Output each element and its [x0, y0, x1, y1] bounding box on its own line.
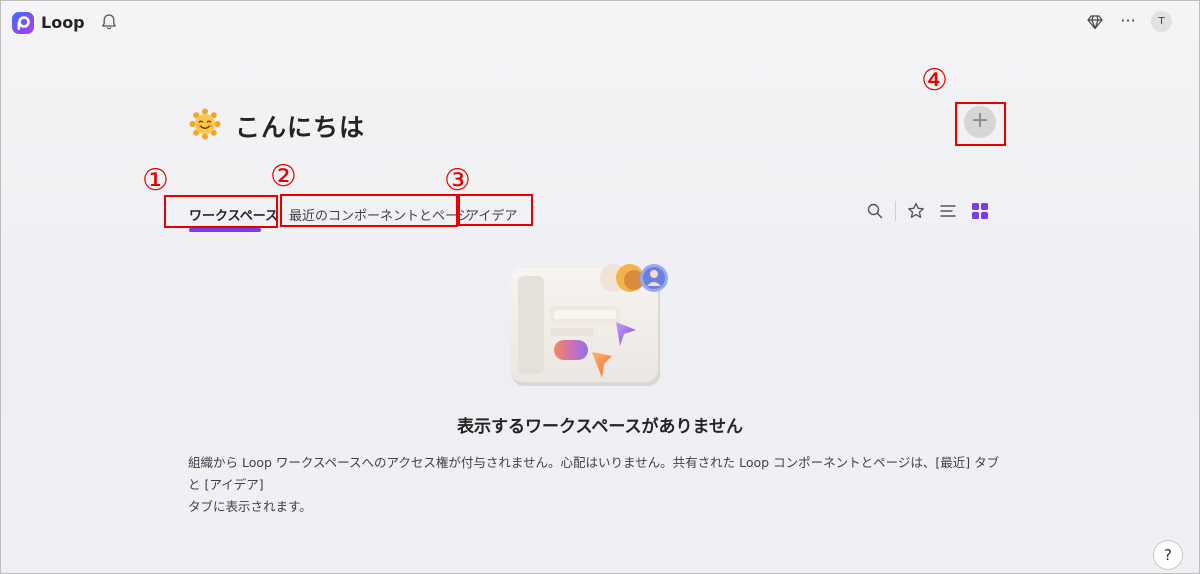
annotation-box-4: [955, 102, 1006, 146]
empty-state-description-line-1: 組織から Loop ワークスペースへのアクセス権が付与されません。心配はいりませ…: [188, 455, 1000, 492]
annotation-box-1: [164, 195, 278, 228]
annotation-box-3: [458, 194, 533, 226]
empty-state-description: 組織から Loop ワークスペースへのアクセス権が付与されません。心配はいりませ…: [188, 452, 1008, 518]
list-view-icon[interactable]: [938, 201, 958, 221]
bell-icon[interactable]: [99, 12, 119, 32]
search-icon[interactable]: [865, 201, 885, 221]
empty-workspace-illustration: [510, 264, 668, 386]
annotation-4: ④: [921, 63, 948, 98]
annotation-2: ②: [270, 159, 297, 194]
grid-view-icon[interactable]: [970, 201, 990, 221]
active-tab-indicator: [189, 228, 261, 232]
app-name: Loop: [41, 13, 85, 32]
diamond-icon[interactable]: [1085, 12, 1105, 32]
help-icon[interactable]: ?: [1153, 540, 1183, 570]
star-icon[interactable]: [906, 201, 926, 221]
smiling-sun-icon: [189, 108, 221, 140]
empty-state-description-line-2: タブに表示されます。: [188, 499, 312, 514]
top-bar: Loop ··· T: [0, 0, 1200, 46]
toolbar-divider: [895, 201, 896, 221]
greeting-title: こんにちは: [235, 113, 366, 142]
loop-logo-icon[interactable]: [12, 12, 34, 34]
annotation-box-2: [280, 194, 458, 227]
annotation-3: ③: [444, 163, 471, 198]
avatar[interactable]: T: [1151, 11, 1172, 32]
annotation-1: ①: [142, 163, 169, 198]
more-icon[interactable]: ···: [1117, 10, 1139, 32]
empty-state-title: 表示するワークスペースがありません: [457, 417, 743, 437]
